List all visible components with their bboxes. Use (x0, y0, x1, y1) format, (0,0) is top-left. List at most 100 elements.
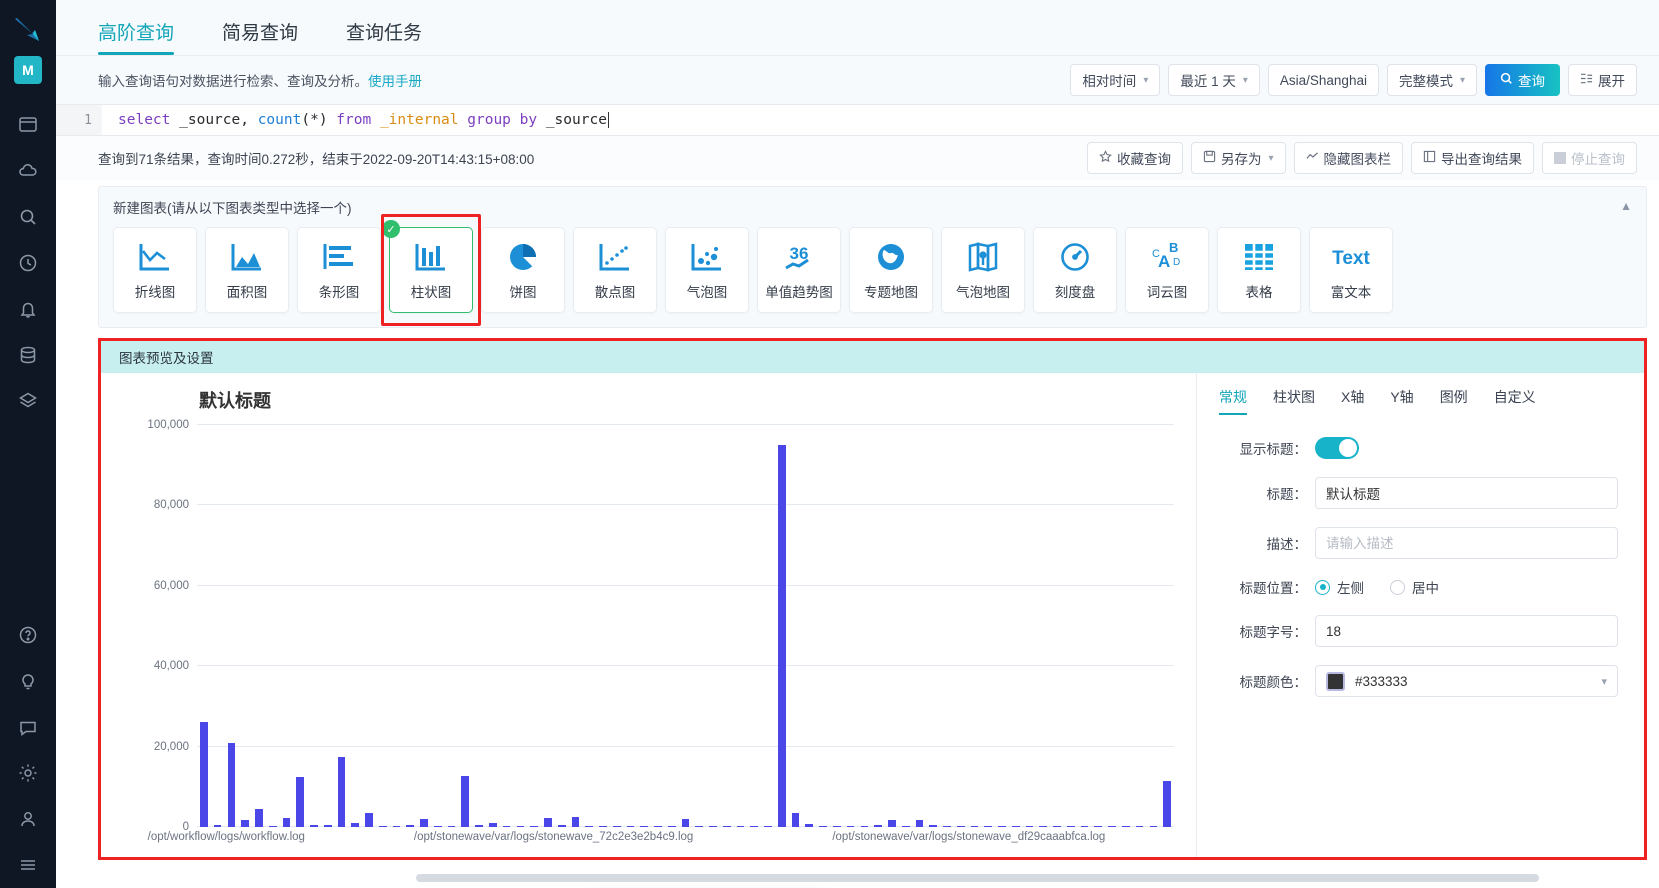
bar[interactable] (241, 819, 249, 827)
bar[interactable] (750, 825, 759, 827)
bar[interactable] (654, 825, 662, 827)
sidebar-item-settings[interactable] (0, 750, 56, 796)
sidebar-item-ideas[interactable] (0, 658, 56, 704)
bar[interactable] (640, 825, 649, 827)
chart-plot-area[interactable]: 0 20,000 40,000 60,000 80,000 100,000/opt/wor… (101, 419, 1182, 843)
bar[interactable] (406, 824, 415, 827)
bar[interactable] (777, 445, 786, 827)
bar[interactable] (722, 825, 731, 827)
bar[interactable] (365, 812, 373, 827)
sql-editor[interactable]: 1 select _source, count (*) from _interna… (56, 104, 1659, 136)
tab-y-axis[interactable]: Y轴 (1390, 387, 1413, 415)
tab-custom[interactable]: 自定义 (1494, 387, 1536, 415)
chevron-up-icon[interactable]: ▲ (1620, 199, 1632, 213)
bar[interactable] (351, 823, 360, 827)
sql-code-line[interactable]: select _source, count (*) from _internal … (102, 105, 1659, 135)
bar[interactable] (1135, 825, 1144, 827)
bar[interactable] (695, 825, 704, 827)
bar[interactable] (1039, 825, 1048, 827)
bar[interactable] (612, 825, 621, 827)
show-title-toggle[interactable] (1315, 437, 1359, 459)
bar[interactable] (1149, 825, 1158, 827)
title-input[interactable] (1315, 477, 1618, 509)
tab-advanced-query[interactable]: 高阶查询 (98, 18, 175, 55)
chart-type-wordcloud[interactable]: CBAD 词云图 (1125, 227, 1209, 313)
time-mode-select[interactable]: 相对时间 ▾ (1070, 64, 1161, 96)
bar[interactable] (447, 825, 456, 827)
sidebar-item-cloud[interactable] (0, 148, 56, 194)
bar[interactable] (268, 825, 277, 827)
sidebar-item-collapse[interactable] (0, 842, 56, 888)
bar[interactable] (764, 825, 772, 827)
horizontal-scrollbar[interactable] (416, 874, 1539, 882)
bar[interactable] (846, 825, 855, 827)
bar[interactable] (736, 825, 745, 827)
tab-column-chart[interactable]: 柱状图 (1273, 387, 1315, 415)
expand-button[interactable]: 展开 (1568, 64, 1637, 96)
bar[interactable] (888, 819, 896, 827)
bar[interactable] (1053, 825, 1061, 827)
time-range-select[interactable]: 最近 1 天 ▾ (1168, 64, 1260, 96)
chart-canvas[interactable]: 默认标题 0 20,000 40,000 60,000 80,000 100,000/op… (101, 373, 1196, 857)
tab-x-axis[interactable]: X轴 (1341, 387, 1364, 415)
chart-type-scatter[interactable]: 散点图 (573, 227, 657, 313)
bar[interactable] (296, 776, 305, 827)
bar[interactable] (860, 825, 869, 827)
bar[interactable] (420, 819, 428, 827)
bar[interactable] (956, 825, 965, 827)
bar[interactable] (626, 825, 635, 827)
chart-type-bar-horizontal[interactable]: 条形图 (297, 227, 381, 313)
run-query-button[interactable]: 查询 (1485, 64, 1560, 96)
bar[interactable] (1163, 780, 1171, 827)
sidebar-item-alerts[interactable] (0, 286, 56, 332)
timezone-button[interactable]: Asia/Shanghai (1267, 64, 1379, 96)
bar[interactable] (310, 824, 318, 827)
chart-type-table[interactable]: 表格 (1217, 227, 1301, 313)
bar[interactable] (681, 819, 690, 827)
bar[interactable] (571, 816, 580, 827)
hide-chart-bar-button[interactable]: 隐藏图表栏 (1293, 142, 1403, 174)
bar[interactable] (502, 825, 511, 827)
sidebar-item-account[interactable] (0, 796, 56, 842)
description-input[interactable] (1315, 527, 1618, 559)
bar[interactable] (1066, 825, 1075, 827)
manual-link[interactable]: 使用手册 (368, 74, 422, 89)
chart-type-line[interactable]: 折线图 (113, 227, 197, 313)
stop-query-button[interactable]: 停止查询 (1542, 142, 1637, 174)
sidebar-item-chat[interactable] (0, 704, 56, 750)
query-mode-select[interactable]: 完整模式 ▾ (1386, 64, 1477, 96)
sidebar-item-search[interactable] (0, 194, 56, 240)
bar[interactable] (1080, 825, 1089, 827)
bar[interactable] (709, 825, 717, 827)
bar[interactable] (461, 775, 470, 827)
chart-type-bubble[interactable]: 气泡图 (665, 227, 749, 313)
bar[interactable] (255, 808, 263, 827)
sidebar-item-help[interactable] (0, 612, 56, 658)
bar[interactable] (392, 825, 401, 827)
bar[interactable] (1108, 825, 1116, 827)
bar[interactable] (943, 825, 951, 827)
bar[interactable] (282, 818, 291, 827)
bar[interactable] (915, 820, 924, 827)
bar[interactable] (833, 825, 841, 827)
bar[interactable] (1011, 825, 1020, 827)
chart-type-column[interactable]: ✓ 柱状图 (381, 214, 481, 326)
sidebar-item-database[interactable] (0, 332, 56, 378)
avatar[interactable]: M (14, 56, 42, 84)
bar[interactable] (929, 825, 938, 827)
chart-type-gauge[interactable]: 刻度盘 (1033, 227, 1117, 313)
bar[interactable] (516, 825, 525, 827)
bar[interactable] (337, 756, 346, 827)
bar[interactable] (791, 812, 800, 827)
chart-type-area[interactable]: 面积图 (205, 227, 289, 313)
sidebar-item-history[interactable] (0, 240, 56, 286)
chart-type-rich-text[interactable]: Text 富文本 (1309, 227, 1393, 313)
chart-type-thematic-map[interactable]: 专题地图 (849, 227, 933, 313)
save-query-button[interactable]: 收藏查询 (1086, 142, 1183, 174)
title-font-size-input[interactable] (1315, 615, 1618, 647)
bar[interactable] (227, 742, 236, 827)
tab-legend[interactable]: 图例 (1440, 387, 1468, 415)
bar[interactable] (585, 825, 594, 827)
title-position-left[interactable]: 左侧 (1315, 577, 1364, 597)
bar[interactable] (433, 825, 442, 827)
